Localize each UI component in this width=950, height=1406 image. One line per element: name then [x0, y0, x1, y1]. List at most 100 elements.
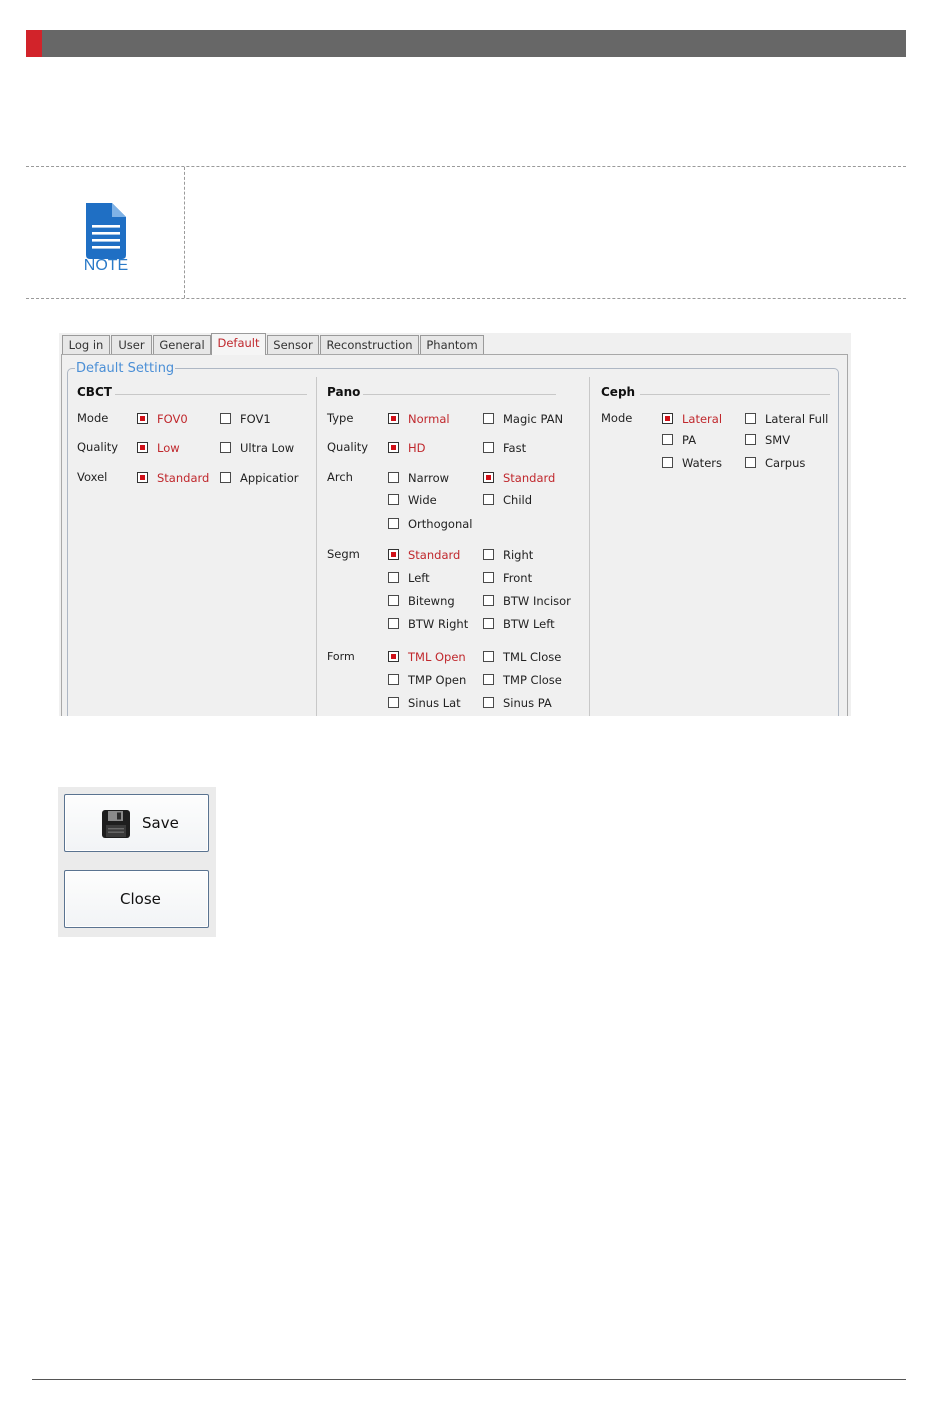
- option-label: Appicatior: [240, 471, 299, 485]
- checkbox[interactable]: [388, 697, 399, 708]
- checkbox[interactable]: [388, 549, 399, 560]
- checkbox[interactable]: [220, 413, 231, 424]
- cbct-quality-label: Quality: [77, 440, 119, 454]
- option-label: Waters: [682, 456, 722, 470]
- checkbox[interactable]: [220, 442, 231, 453]
- option-label: Lateral Full: [765, 412, 829, 426]
- checkbox[interactable]: [483, 413, 494, 424]
- option-label: TML Close: [503, 650, 562, 664]
- option-label: TML Open: [408, 650, 466, 664]
- option-label: Carpus: [765, 456, 806, 470]
- group-title: Default Setting: [75, 361, 176, 376]
- checkbox[interactable]: [220, 472, 231, 483]
- checkbox[interactable]: [388, 651, 399, 662]
- pano-form-label: Form: [327, 650, 355, 663]
- checkbox[interactable]: [388, 618, 399, 629]
- option-label: Standard: [503, 471, 556, 485]
- option-label: Standard: [157, 471, 210, 485]
- checkbox[interactable]: [388, 572, 399, 583]
- option-label: Sinus PA: [503, 696, 552, 710]
- checkbox[interactable]: [388, 518, 399, 529]
- ceph-title: Ceph: [601, 385, 636, 399]
- checkbox[interactable]: [662, 457, 673, 468]
- option-label: Magic PAN: [503, 412, 564, 426]
- option-label: SMV: [765, 433, 791, 447]
- button-panel: Save Close: [58, 787, 216, 937]
- pano-title-line: [363, 394, 556, 395]
- column-separator: [316, 377, 317, 716]
- option-label: Ultra Low: [240, 441, 295, 455]
- tab-sensor[interactable]: Sensor: [267, 335, 319, 354]
- checkbox[interactable]: [388, 442, 399, 453]
- option-label: FOV0: [157, 412, 188, 426]
- checkbox[interactable]: [483, 697, 494, 708]
- tab-default[interactable]: Default: [211, 333, 266, 355]
- option-label: Fast: [503, 441, 527, 455]
- checkbox[interactable]: [388, 413, 399, 424]
- note-divider: [184, 167, 185, 298]
- pano-type-label: Type: [327, 411, 354, 425]
- tab-user[interactable]: User: [111, 335, 152, 354]
- checkbox[interactable]: [483, 595, 494, 606]
- option-label: Front: [503, 571, 533, 585]
- cbct-title-line: [115, 394, 307, 395]
- option-label: Bitewng: [408, 594, 455, 608]
- option-label: Right: [503, 548, 534, 562]
- option-label: TMP Open: [408, 673, 467, 687]
- checkbox[interactable]: [745, 457, 756, 468]
- ceph-title-line: [640, 394, 830, 395]
- section-header-bar: [26, 30, 906, 57]
- option-label: Sinus Lat: [408, 696, 461, 710]
- checkbox[interactable]: [483, 674, 494, 685]
- checkbox[interactable]: [388, 472, 399, 483]
- checkbox[interactable]: [137, 413, 148, 424]
- checkbox[interactable]: [483, 651, 494, 662]
- option-label: Low: [157, 441, 180, 455]
- option-label: Standard: [408, 548, 461, 562]
- checkbox[interactable]: [483, 494, 494, 505]
- checkbox[interactable]: [483, 572, 494, 583]
- option-label: Normal: [408, 412, 450, 426]
- option-label: Orthogonal: [408, 517, 473, 531]
- checkbox[interactable]: [662, 434, 673, 445]
- option-label: HD: [408, 441, 426, 455]
- tab-reconstruction[interactable]: Reconstruction: [320, 335, 419, 354]
- checkbox[interactable]: [137, 442, 148, 453]
- pano-arch-label: Arch: [327, 470, 353, 484]
- close-button[interactable]: Close: [64, 870, 209, 928]
- checkbox[interactable]: [483, 442, 494, 453]
- settings-window: Log in User General Default Sensor Recon…: [59, 333, 851, 716]
- floppy-disk-icon: [102, 810, 130, 838]
- pano-segm-label: Segm: [327, 547, 360, 561]
- option-label: BTW Incisor: [503, 594, 571, 608]
- checkbox[interactable]: [483, 549, 494, 560]
- checkbox[interactable]: [388, 674, 399, 685]
- tab-strip: Log in User General Default Sensor Recon…: [59, 333, 851, 355]
- pano-quality-label: Quality: [327, 440, 369, 454]
- tab-phantom[interactable]: Phantom: [420, 335, 484, 354]
- cbct-mode-label: Mode: [77, 411, 109, 425]
- checkbox[interactable]: [745, 434, 756, 445]
- save-button[interactable]: Save: [64, 794, 209, 852]
- option-label: Wide: [408, 493, 437, 507]
- option-label: Left: [408, 571, 430, 585]
- checkbox[interactable]: [137, 472, 148, 483]
- save-label: Save: [142, 814, 179, 832]
- option-label: BTW Left: [503, 617, 555, 631]
- option-label: Lateral: [682, 412, 723, 426]
- option-label: PA: [682, 433, 697, 447]
- tab-general[interactable]: General: [153, 335, 211, 354]
- checkbox[interactable]: [388, 494, 399, 505]
- option-label: Narrow: [408, 471, 450, 485]
- cbct-title: CBCT: [77, 385, 112, 399]
- header-accent: [26, 30, 42, 57]
- option-label: Child: [503, 493, 533, 507]
- checkbox[interactable]: [745, 413, 756, 424]
- tab-log-in[interactable]: Log in: [62, 335, 110, 354]
- checkbox[interactable]: [662, 413, 673, 424]
- close-label: Close: [120, 890, 161, 908]
- note-label: NOTE: [83, 257, 129, 274]
- checkbox[interactable]: [483, 472, 494, 483]
- checkbox[interactable]: [388, 595, 399, 606]
- checkbox[interactable]: [483, 618, 494, 629]
